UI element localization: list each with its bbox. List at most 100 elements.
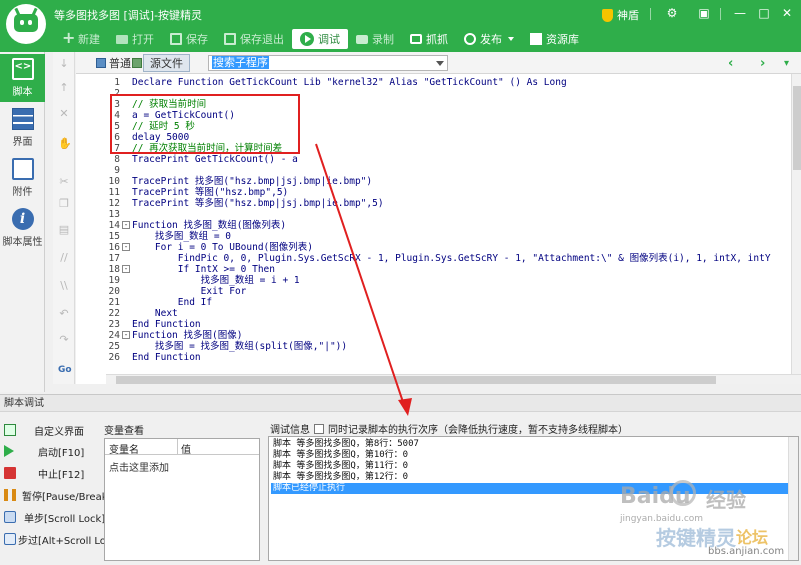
open-button[interactable]: 打开 (108, 29, 162, 49)
code-line[interactable]: 17 FindPic 0, 0, Plugin.Sys.GetScRX - 1,… (76, 253, 791, 264)
code-line[interactable]: 13 (76, 209, 791, 220)
line-number: 4 (114, 110, 120, 121)
output-line[interactable]: 脚本 等多图找多图Q，第10行：0 (271, 450, 798, 461)
code-line[interactable]: 1 Declare Function GetTickCount Lib "kern… (76, 77, 791, 88)
code-editor[interactable]: 1 Declare Function GetTickCount Lib "kern… (76, 74, 801, 384)
new-button[interactable]: 新建 (54, 28, 108, 49)
debug-button[interactable]: 调试 (292, 29, 348, 49)
minimize-icon[interactable]: — (732, 6, 748, 20)
col-var-value: 值 (181, 445, 191, 456)
goto-icon[interactable]: Go (58, 364, 72, 376)
main-toolbar: 新建 打开 保存 保存退出 调试 录制 抓抓 发布 (54, 28, 587, 50)
code-text: TracePrint 等多图("hsz.bmp|jsj.bmp|ie.bmp",… (132, 198, 384, 209)
delete-icon[interactable]: ✕ (58, 108, 70, 120)
output-line[interactable]: 脚本已经停止执行 (271, 483, 798, 494)
editor-horizontal-scrollbar[interactable] (106, 374, 801, 384)
code-line[interactable]: 18- If IntX >= 0 Then (76, 264, 791, 275)
cut-icon[interactable]: ✂ (58, 176, 70, 188)
move-up-icon[interactable]: ↑ (58, 82, 70, 94)
save-exit-button[interactable]: 保存退出 (216, 29, 292, 49)
code-line[interactable]: 15 找多图_数组 = 0 (76, 231, 791, 242)
output-line[interactable]: 脚本 等多图找多图Q，第12行：0 (271, 472, 798, 483)
step-button[interactable]: 单步[Scroll Lock] (4, 508, 105, 526)
editor-vertical-scrollbar[interactable] (791, 74, 801, 374)
code-line[interactable]: 2 (76, 88, 791, 99)
undo-icon[interactable]: ↶ (58, 308, 70, 320)
nav-item-script[interactable]: 脚本 (0, 54, 45, 102)
code-line[interactable]: 16- For i = 0 To UBound(图像列表) (76, 242, 791, 253)
close-icon[interactable]: ✕ (779, 6, 795, 20)
output-scrollbar[interactable] (788, 437, 798, 560)
add-variable-link[interactable]: 点击这里添加 (109, 459, 169, 474)
code-line[interactable]: 11 TracePrint 等图("hsz.bmp",5) (76, 187, 791, 198)
output-line[interactable]: 脚本 等多图找多图Q，第8行：5007 (271, 439, 798, 450)
code-line[interactable]: 3 // 获取当前时间 (76, 99, 791, 110)
code-text: a = GetTickCount() (132, 110, 235, 121)
hand-icon[interactable]: ✋ (58, 138, 72, 150)
code-line[interactable]: 20 Exit For (76, 286, 791, 297)
code-line[interactable]: 19 找多图_数组 = i + 1 (76, 275, 791, 286)
library-button[interactable]: 资源库 (522, 29, 587, 49)
record-button[interactable]: 录制 (348, 29, 402, 49)
fold-toggle-icon[interactable]: - (122, 243, 130, 251)
settings-gear-icon[interactable]: ⚙ (664, 6, 680, 20)
code-text: Next (132, 308, 178, 319)
record-order-checkbox[interactable] (314, 423, 324, 434)
code-line[interactable]: 8 TracePrint GetTickCount() - a (76, 154, 791, 165)
next-arrow-icon[interactable]: › (760, 56, 765, 71)
code-comment: // 获取当前时间 (132, 99, 207, 110)
tab-normal[interactable]: 普通 (90, 54, 137, 72)
code-line[interactable]: 5 // 延时 5 秒 (76, 121, 791, 132)
code-line[interactable]: 9 (76, 165, 791, 176)
fold-toggle-icon[interactable]: - (122, 265, 130, 273)
nav-item-ui[interactable]: 界面 (0, 104, 45, 152)
tab-source[interactable]: 源文件 (132, 53, 190, 72)
skin-icon[interactable]: ▣ (696, 6, 712, 20)
debug-output-list[interactable]: 脚本 等多图找多图Q，第8行：5007 脚本 等多图找多图Q，第10行：0 脚本 等… (268, 436, 799, 561)
shield-icon (602, 8, 613, 22)
code-line[interactable]: 6 delay 5000 (76, 132, 791, 143)
code-line[interactable]: 24- Function 找多图(图像) (76, 330, 791, 341)
variable-watch-table[interactable]: 变量名 值 点击这里添加 (104, 438, 260, 561)
code-line[interactable]: 14- Function 找多图_数组(图像列表) (76, 220, 791, 231)
procedure-select[interactable]: 搜索子程序 (208, 54, 448, 71)
capture-button[interactable]: 抓抓 (402, 29, 456, 49)
attachment-icon (11, 158, 34, 180)
custom-ui-button[interactable]: 自定义界面 (4, 421, 84, 439)
code-line[interactable]: 10 TracePrint 找多图("hsz.bmp|jsj.bmp|ie.bmp… (76, 176, 791, 187)
shield-button[interactable]: 神盾 (602, 7, 639, 23)
redo-icon[interactable]: ↷ (58, 334, 70, 346)
copy-icon[interactable]: ❐ (58, 198, 70, 210)
chevron-down-icon[interactable]: ▾ (784, 58, 789, 69)
capture-icon (410, 34, 422, 44)
move-down-icon[interactable]: ↓ (58, 58, 70, 70)
code-line[interactable]: 26 End Function (76, 352, 791, 363)
save-button[interactable]: 保存 (162, 29, 216, 49)
start-button[interactable]: 启动[F10] (4, 442, 84, 460)
pause-button[interactable]: 暂停[Pause/Break] (4, 486, 111, 504)
line-number: 24 (108, 330, 120, 341)
uncomment-icon[interactable]: \\ (58, 280, 70, 292)
plus-icon (62, 28, 75, 47)
code-line[interactable]: 23 End Function (76, 319, 791, 330)
output-line[interactable]: 脚本 等多图找多图Q，第11行：0 (271, 461, 798, 472)
line-number: 5 (114, 121, 120, 132)
fold-toggle-icon[interactable]: - (122, 221, 130, 229)
debug-info-label: 调试信息 (270, 425, 310, 436)
paste-icon[interactable]: ▤ (58, 224, 70, 236)
maximize-icon[interactable]: □ (756, 6, 772, 20)
code-line[interactable]: 25 找多图 = 找多图_数组(split(图像,"|")) (76, 341, 791, 352)
stop-button[interactable]: 中止[F12] (4, 464, 84, 482)
code-line[interactable]: 22 Next (76, 308, 791, 319)
code-line[interactable]: 4 a = GetTickCount() (76, 110, 791, 121)
publish-button[interactable]: 发布 (456, 29, 522, 49)
normal-view-icon (96, 57, 106, 68)
code-line[interactable]: 7 // 再次获取当前时间，计算时间差 (76, 143, 791, 154)
nav-item-properties[interactable]: i 脚本属性 (0, 204, 45, 252)
code-line[interactable]: 21 End If (76, 297, 791, 308)
fold-toggle-icon[interactable]: - (122, 331, 130, 339)
nav-item-attachment[interactable]: 附件 (0, 154, 45, 202)
code-line[interactable]: 12 TracePrint 等多图("hsz.bmp|jsj.bmp|ie.bmp… (76, 198, 791, 209)
prev-arrow-icon[interactable]: ‹ (728, 56, 733, 71)
comment-icon[interactable]: // (58, 252, 70, 264)
